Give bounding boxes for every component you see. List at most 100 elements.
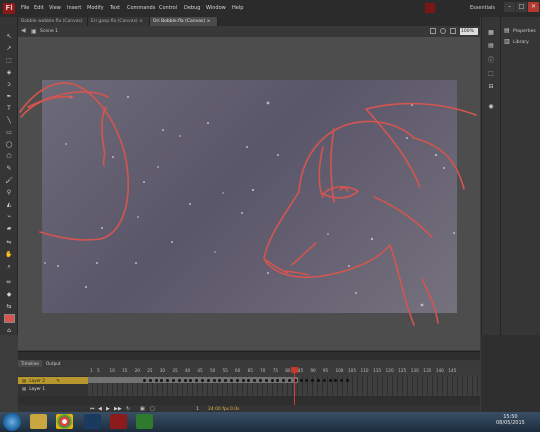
- keyframe-dot[interactable]: [282, 378, 286, 382]
- keyframe-dot[interactable]: [183, 378, 187, 382]
- edit-scene-icon[interactable]: [430, 28, 436, 34]
- menu-debug[interactable]: Debug: [184, 5, 200, 11]
- snap-icon[interactable]: ⌂: [5, 327, 13, 334]
- align-panel-icon[interactable]: ⊟: [487, 83, 495, 90]
- line-tool-icon[interactable]: ╲: [5, 117, 13, 124]
- eraser-tool-icon[interactable]: ▰: [5, 225, 13, 232]
- workspace-switcher[interactable]: Essentials: [470, 5, 495, 11]
- zoom-select[interactable]: 100%: [460, 27, 478, 35]
- fill-color-icon[interactable]: ◆: [5, 291, 13, 298]
- pen-tool-icon[interactable]: ✒: [5, 93, 13, 100]
- keyframe-dot[interactable]: [206, 378, 210, 382]
- tab-close-icon[interactable]: ×: [207, 19, 211, 24]
- zoom-tool-icon[interactable]: ⌕: [5, 263, 13, 270]
- keyframe-dot[interactable]: [317, 378, 320, 382]
- transform-panel-icon[interactable]: ⬚: [487, 70, 495, 77]
- keyframe-dot[interactable]: [241, 378, 245, 382]
- keyframe-dot[interactable]: [299, 378, 303, 382]
- keyframe-dot[interactable]: [328, 378, 332, 382]
- layer-row[interactable]: ▤ Layer 2 ✎: [18, 377, 88, 384]
- properties-panel-tab[interactable]: ▤ Properties: [504, 27, 536, 36]
- keyframe-dot[interactable]: [177, 378, 181, 382]
- keyframe-dot[interactable]: [322, 378, 326, 382]
- color-panel-icon[interactable]: ▦: [487, 29, 495, 36]
- swatches-panel-icon[interactable]: ▤: [487, 42, 495, 49]
- keyframe-dot[interactable]: [172, 378, 175, 382]
- stroke-color-icon[interactable]: ✏: [5, 279, 13, 286]
- menu-view[interactable]: View: [49, 5, 61, 11]
- keyframe-dot[interactable]: [235, 378, 239, 382]
- keyframe-dot[interactable]: [143, 378, 146, 382]
- info-panel-icon[interactable]: ⓘ: [487, 57, 495, 64]
- keyframe-dot[interactable]: [160, 378, 164, 382]
- pencil-edit-icon[interactable]: ✎: [56, 378, 60, 383]
- free-transform-tool-icon[interactable]: ⬚: [5, 57, 13, 64]
- keyframe-dot[interactable]: [230, 378, 233, 382]
- keyframe-dot[interactable]: [253, 378, 257, 382]
- pencil-tool-icon[interactable]: ✎: [5, 165, 13, 172]
- menu-control[interactable]: Control: [159, 5, 177, 11]
- keyframe-dot[interactable]: [288, 378, 291, 382]
- tab-ori-bobble[interactable]: Ori Bobble.fla (Canvas) ×: [150, 17, 218, 26]
- start-button[interactable]: [3, 413, 21, 431]
- width-tool-icon[interactable]: ⇋: [5, 239, 13, 246]
- close-button[interactable]: ✕: [528, 2, 539, 12]
- rectangle-tool-icon[interactable]: ▭: [5, 129, 13, 136]
- photoshop-icon[interactable]: [84, 414, 101, 429]
- library-panel-tab[interactable]: ▥ Library: [504, 38, 529, 47]
- frame-span[interactable]: [88, 377, 349, 383]
- keyframe-dot[interactable]: [346, 378, 349, 382]
- keyframe-dot[interactable]: [340, 378, 344, 382]
- menu-help[interactable]: Help: [232, 5, 243, 11]
- keyframe-dot[interactable]: [276, 378, 280, 382]
- tab-eri-gasp[interactable]: Eri gasp.fla (Canvas) ×: [88, 17, 150, 26]
- keyframe-dot[interactable]: [264, 378, 268, 382]
- brush-tool-icon[interactable]: 🖌: [5, 177, 13, 184]
- lasso-tool-icon[interactable]: ↄ: [5, 81, 13, 88]
- keyframe-dot[interactable]: [259, 378, 262, 382]
- keyframe-dot[interactable]: [270, 378, 274, 382]
- menu-window[interactable]: Window: [206, 5, 226, 11]
- menu-modify[interactable]: Modify: [87, 5, 104, 11]
- polystar-tool-icon[interactable]: ⬠: [5, 153, 13, 160]
- menu-edit[interactable]: Edit: [34, 5, 44, 11]
- keyframe-dot[interactable]: [247, 378, 251, 382]
- tab-timeline[interactable]: Timeline: [18, 360, 42, 367]
- edit-symbols-icon[interactable]: [440, 28, 446, 34]
- swap-colors-icon[interactable]: ⇆: [5, 303, 13, 310]
- keyframe-dot[interactable]: [224, 378, 228, 382]
- keyframe-dot[interactable]: [148, 378, 152, 382]
- layer-row[interactable]: ▤ Layer 1: [18, 385, 88, 392]
- back-arrow-icon[interactable]: ◀: [21, 27, 26, 34]
- paint-bucket-tool-icon[interactable]: ◭: [5, 201, 13, 208]
- menu-commands[interactable]: Commands: [127, 5, 155, 11]
- keyframe-dot[interactable]: [218, 378, 222, 382]
- oval-tool-icon[interactable]: ◯: [5, 141, 13, 148]
- keyframe-dot[interactable]: [311, 378, 315, 382]
- menu-file[interactable]: File: [21, 5, 29, 11]
- keyframe-dot[interactable]: [154, 378, 158, 382]
- keyframe-dot[interactable]: [189, 378, 193, 382]
- eyedropper-tool-icon[interactable]: ⌁: [5, 213, 13, 220]
- selection-tool-icon[interactable]: ↖: [5, 33, 13, 40]
- frame-ruler[interactable]: 1 5 10 15 20 25 30 35 40 45 50 55 60 65 70 75 80 85 90 95 10…: [18, 367, 480, 376]
- keyframe-dot[interactable]: [195, 378, 199, 382]
- tab-bobble-wobble[interactable]: Bobble wobble.fla (Canvas) ×: [18, 17, 88, 33]
- subselection-tool-icon[interactable]: ↗: [5, 45, 13, 52]
- file-explorer-icon[interactable]: [30, 414, 47, 429]
- bone-tool-icon[interactable]: ⚲: [5, 189, 13, 196]
- motion-presets-icon[interactable]: ◉: [487, 103, 495, 110]
- app-taskbar-icon[interactable]: [136, 414, 153, 429]
- minimize-button[interactable]: –: [504, 2, 515, 12]
- 3d-rotation-tool-icon[interactable]: ◈: [5, 69, 13, 76]
- flash-taskbar-icon[interactable]: [110, 414, 127, 429]
- keyframe-dot[interactable]: [201, 378, 204, 382]
- center-stage-icon[interactable]: [450, 28, 456, 34]
- text-tool-icon[interactable]: T: [5, 105, 13, 112]
- color-swatch[interactable]: [4, 314, 15, 323]
- tab-close-icon[interactable]: ×: [139, 19, 143, 24]
- maximize-button[interactable]: □: [516, 2, 527, 12]
- keyframe-dot[interactable]: [166, 378, 170, 382]
- menu-text[interactable]: Text: [110, 5, 120, 11]
- chrome-icon[interactable]: [56, 414, 73, 429]
